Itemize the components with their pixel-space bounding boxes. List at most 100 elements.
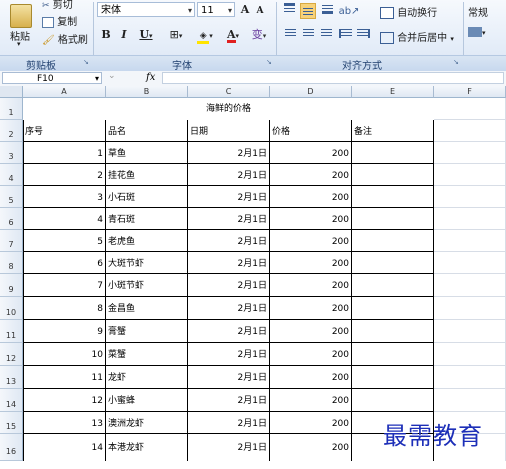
cell-number[interactable]: 5 — [25, 230, 103, 252]
cell-date[interactable]: 2月1日 — [190, 343, 267, 366]
column-header-c[interactable]: C — [188, 86, 270, 98]
cell-name[interactable]: 澳洲龙虾 — [108, 412, 185, 434]
header-cell[interactable]: 序号 — [25, 120, 103, 142]
cell-price[interactable]: 200 — [272, 434, 349, 461]
row-header-1[interactable]: 1 — [0, 98, 23, 120]
cell-name[interactable]: 本港龙虾 — [108, 434, 185, 461]
cell-date[interactable]: 2月1日 — [190, 297, 267, 320]
cell-price[interactable]: 200 — [272, 186, 349, 208]
row-header-7[interactable]: 7 — [0, 230, 23, 252]
cell-number[interactable]: 4 — [25, 208, 103, 230]
cell-name[interactable]: 小斑节虾 — [108, 274, 185, 297]
align-top-button[interactable] — [282, 3, 296, 19]
dialog-launcher-icon[interactable]: ↘ — [266, 58, 274, 66]
copy-button[interactable]: 复制 — [42, 13, 77, 28]
cell-number[interactable]: 9 — [25, 320, 103, 343]
cell-price[interactable]: 200 — [272, 343, 349, 366]
fill-color-button[interactable]: ◈ ▾ — [192, 27, 218, 44]
cell-number[interactable]: 12 — [25, 389, 103, 412]
row-header-12[interactable]: 12 — [0, 343, 23, 366]
column-header-a[interactable]: A — [23, 86, 106, 98]
cut-button[interactable]: ✂ 剪切 — [42, 0, 73, 11]
header-cell[interactable]: 备注 — [354, 120, 431, 142]
row-header-5[interactable]: 5 — [0, 186, 23, 208]
header-cell[interactable]: 价格 — [272, 120, 349, 142]
row-header-8[interactable]: 8 — [0, 252, 23, 274]
cell-name[interactable]: 小石斑 — [108, 186, 185, 208]
formula-input[interactable] — [162, 72, 504, 84]
cell-price[interactable]: 200 — [272, 297, 349, 320]
border-button[interactable]: ⊞▾ — [163, 27, 189, 43]
cell-name[interactable]: 大斑节虾 — [108, 252, 185, 274]
phonetic-button[interactable]: 变▾ — [247, 27, 271, 43]
format-painter-button[interactable]: 🖌 格式刷 — [42, 31, 88, 46]
header-cell[interactable]: 日期 — [190, 120, 267, 142]
cell-price[interactable]: 200 — [272, 274, 349, 297]
cell-price[interactable]: 200 — [272, 230, 349, 252]
cell-price[interactable]: 200 — [272, 164, 349, 186]
column-header-b[interactable]: B — [106, 86, 188, 98]
merge-center-button[interactable]: 合并后居中 ▾ — [380, 29, 454, 44]
header-cell[interactable]: 品名 — [108, 120, 185, 142]
cell-name[interactable]: 青石斑 — [108, 208, 185, 230]
cell-number[interactable]: 8 — [25, 297, 103, 320]
cell-name[interactable]: 草鱼 — [108, 142, 185, 164]
cell-price[interactable]: 200 — [272, 366, 349, 389]
column-header-f[interactable]: F — [434, 86, 506, 98]
cell-name[interactable]: 挂花鱼 — [108, 164, 185, 186]
cell-number[interactable]: 2 — [25, 164, 103, 186]
number-format-select[interactable]: 常规 — [468, 4, 488, 19]
cell-number[interactable]: 7 — [25, 274, 103, 297]
cell-price[interactable]: 200 — [272, 252, 349, 274]
cell-price[interactable]: 200 — [272, 320, 349, 343]
align-left-button[interactable] — [283, 27, 297, 43]
cell-date[interactable]: 2月1日 — [190, 434, 267, 461]
font-family-select[interactable]: 宋体 ▾ — [97, 2, 195, 17]
row-header-2[interactable]: 2 — [0, 120, 23, 142]
bold-button[interactable]: B — [99, 27, 113, 43]
cell-price[interactable]: 200 — [272, 142, 349, 164]
cell-date[interactable]: 2月1日 — [190, 320, 267, 343]
align-center-button[interactable] — [301, 27, 315, 43]
increase-indent-button[interactable] — [356, 27, 370, 43]
cell-name[interactable]: 老虎鱼 — [108, 230, 185, 252]
row-header-3[interactable]: 3 — [0, 142, 23, 164]
align-middle-button[interactable] — [300, 3, 316, 19]
cell-date[interactable]: 2月1日 — [190, 412, 267, 434]
italic-button[interactable]: I — [117, 27, 131, 43]
row-header-9[interactable]: 9 — [0, 274, 23, 297]
dialog-launcher-icon[interactable]: ↘ — [453, 58, 461, 66]
row-header-14[interactable]: 14 — [0, 389, 23, 412]
cell-name[interactable]: 金昌鱼 — [108, 297, 185, 320]
underline-button[interactable]: U▾ — [135, 27, 157, 43]
row-header-10[interactable]: 10 — [0, 297, 23, 320]
column-header-e[interactable]: E — [352, 86, 434, 98]
select-all-corner[interactable] — [0, 86, 23, 98]
cell-date[interactable]: 2月1日 — [190, 142, 267, 164]
wrap-text-button[interactable]: 自动换行 — [380, 4, 437, 19]
row-header-11[interactable]: 11 — [0, 320, 23, 343]
name-box[interactable]: F10 ▾ — [2, 72, 102, 84]
font-size-select[interactable]: 11 ▾ — [197, 2, 235, 17]
accounting-format-button[interactable]: ▾ — [468, 27, 486, 38]
cell-number[interactable]: 11 — [25, 366, 103, 389]
shrink-font-button[interactable]: A — [254, 3, 266, 19]
cell-name[interactable]: 小蜜蜂 — [108, 389, 185, 412]
row-header-15[interactable]: 15 — [0, 412, 23, 434]
cell-price[interactable]: 200 — [272, 389, 349, 412]
cell-number[interactable]: 6 — [25, 252, 103, 274]
row-header-6[interactable]: 6 — [0, 208, 23, 230]
cell-name[interactable]: 膏蟹 — [108, 320, 185, 343]
cell-number[interactable]: 13 — [25, 412, 103, 434]
column-header-d[interactable]: D — [270, 86, 352, 98]
cell-name[interactable]: 菜蟹 — [108, 343, 185, 366]
row-header-13[interactable]: 13 — [0, 366, 23, 389]
cell-price[interactable]: 200 — [272, 208, 349, 230]
orientation-button[interactable]: ab↗ — [338, 3, 360, 19]
cell-price[interactable]: 200 — [272, 412, 349, 434]
cell-number[interactable]: 10 — [25, 343, 103, 366]
cell-date[interactable]: 2月1日 — [190, 274, 267, 297]
align-right-button[interactable] — [319, 27, 333, 43]
cell-date[interactable]: 2月1日 — [190, 208, 267, 230]
row-header-16[interactable]: 16 — [0, 434, 23, 461]
